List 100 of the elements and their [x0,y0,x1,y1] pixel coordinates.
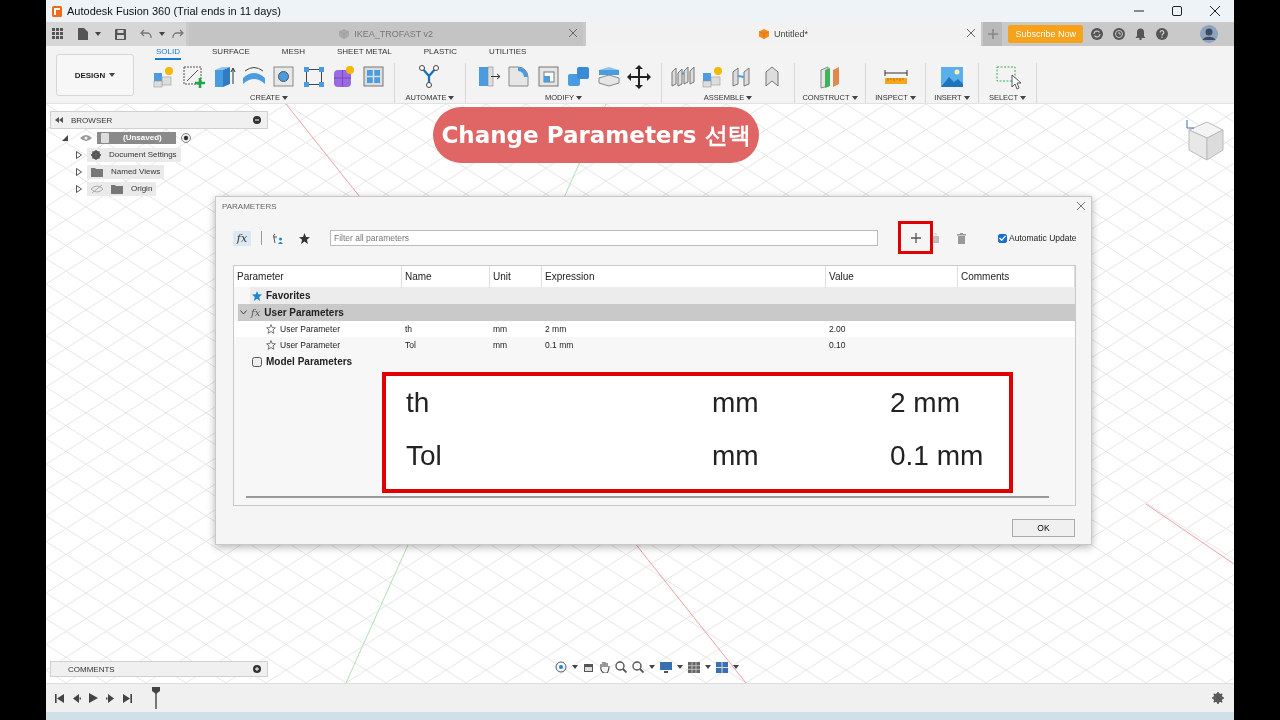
caret-icon [159,32,165,36]
add-parameter-button[interactable] [908,230,924,246]
grid-icon[interactable] [688,661,700,673]
play-icon[interactable] [89,693,98,703]
collapsed-arrow-icon[interactable] [76,184,82,193]
viewports-icon[interactable] [716,661,728,673]
zoom-icon[interactable] [615,661,627,673]
panel-title: BROWSER [71,115,113,125]
minimize-panel-icon[interactable] [253,116,261,124]
zoom-window-icon[interactable] [632,661,644,673]
caret-icon [649,665,655,669]
clock-icon[interactable] [1113,28,1125,40]
help-icon[interactable] [1156,28,1168,40]
group-label: Favorites [266,290,311,301]
caret-icon [109,73,116,77]
zoomed-cell-text: 2 mm [890,386,961,419]
timeline-marker-icon[interactable] [152,687,160,709]
next-frame-icon[interactable] [106,693,115,703]
collapsed-arrow-icon[interactable] [76,167,82,176]
first-frame-icon[interactable] [55,693,64,703]
close-icon[interactable] [1210,6,1220,16]
ok-button[interactable]: OK [1012,519,1075,537]
trash-icon[interactable] [957,232,966,244]
sketch-icon[interactable] [181,63,207,90]
plus-icon [911,233,921,243]
previous-frame-icon[interactable] [72,693,81,703]
caret-icon [1020,95,1027,100]
collapse-panel-icon[interactable] [55,117,63,123]
caret-icon [733,665,739,669]
table-cell-text: 0.10 [828,340,847,350]
filter-field[interactable]: Filter all parameters [330,230,878,246]
folder-icon [111,183,123,194]
selection-icon[interactable] [994,63,1021,90]
save-icon[interactable] [115,28,126,40]
favorite-star-icon[interactable] [266,324,276,334]
favorites-star-icon[interactable] [299,232,310,244]
window-title: Autodesk Fusion 360 (Trial ends in 11 days) [67,5,281,17]
highlight-frame [898,221,933,254]
toolbar-tab[interactable]: SHEET METAL [335,47,393,60]
caret-icon [95,32,101,36]
toolbar-tab[interactable]: SURFACE [211,47,251,60]
expanded-arrow-icon[interactable] [62,134,68,141]
shell-icon[interactable] [535,63,562,90]
avatar-icon[interactable] [1200,25,1218,43]
function-filter-button[interactable]: fx [233,230,251,246]
sync-icon[interactable] [1091,28,1103,40]
file-icon[interactable] [78,28,88,40]
table-cell-text: Tol [404,340,417,350]
grid-box-icon[interactable] [361,63,387,90]
cube-icon [339,29,350,39]
look-at-icon[interactable] [583,661,594,673]
fillet-icon[interactable] [505,63,532,90]
caret-icon [851,95,858,100]
table-cell: User Parameter [280,340,340,350]
pan-hand-icon[interactable] [599,661,610,673]
table-cell-text: 2.00 [828,324,847,334]
tree-item[interactable]: Origin [131,184,153,193]
group-label: User Parameters [264,307,344,318]
toolbar-tab[interactable]: UTILITIES [488,47,528,60]
callout-label: Change Parameters 선택 [433,107,759,163]
last-frame-icon[interactable] [123,693,132,703]
apps-grid-icon[interactable] [52,28,64,40]
move-icon[interactable] [625,63,652,90]
favorite-star-icon[interactable] [266,340,276,350]
table-cell-text: 2 mm [544,324,568,334]
toolbar-tab[interactable]: PLASTIC [422,47,459,60]
function-icon: fx [251,307,261,318]
folder-icon [91,166,103,177]
caret-icon [746,95,753,100]
redo-icon[interactable] [172,29,184,39]
document-icon [101,132,109,143]
zoomed-cell-text: mm [712,386,760,419]
add-comment-icon[interactable] [253,665,261,673]
radio-icon[interactable] [180,132,191,143]
maximize-icon[interactable] [1172,6,1182,16]
bell-icon[interactable] [1135,28,1146,40]
caret-icon [677,665,683,669]
app-logo-icon [52,5,62,17]
caret-icon [572,665,578,669]
workspace-dropdown[interactable]: DESIGN [56,54,134,96]
hole-icon[interactable] [271,63,297,90]
eye-icon[interactable] [80,133,92,142]
toolbar-tab[interactable]: SOLID [155,47,181,60]
collapsed-arrow-icon[interactable] [76,150,82,159]
caret-icon [281,95,288,100]
caret-icon [576,95,583,100]
document-tab[interactable]: Untitled* [586,22,981,46]
toolbar-tab[interactable]: MESH [280,47,306,60]
undo-icon[interactable] [140,29,152,39]
orbit-icon[interactable] [555,661,567,673]
settings-icon[interactable] [1212,692,1224,704]
copy-icon[interactable] [930,233,939,243]
caret-icon [909,95,916,100]
checkbox[interactable] [998,233,1007,243]
cube-outline-icon [252,356,262,367]
zoomed-cell-text: Tol [406,439,443,472]
expanded-chevron-icon[interactable] [240,310,247,315]
user-function-icon[interactable] [272,232,283,244]
form-icon[interactable] [331,63,357,90]
display-icon[interactable] [660,661,672,673]
